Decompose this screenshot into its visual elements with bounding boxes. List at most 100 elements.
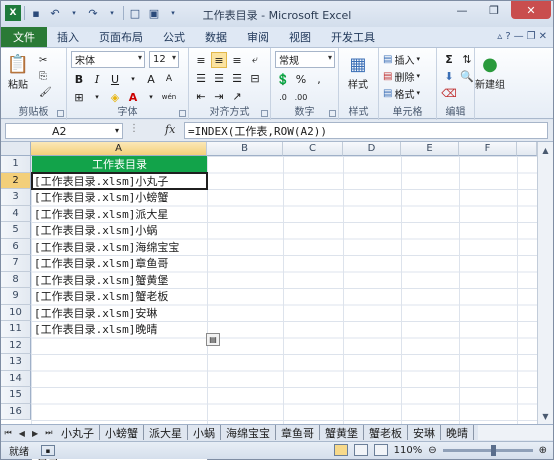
column-header-e[interactable]: E [401,142,459,156]
row-header[interactable]: 3 [1,189,31,206]
font-name-select[interactable]: 宋体 ▾ [71,51,145,68]
column-header-f[interactable]: F [459,142,517,156]
zoom-level[interactable]: 110% [394,445,423,456]
insert-function-button[interactable]: fx [165,123,175,136]
merge-center-icon[interactable]: ⊟ [247,70,263,86]
sheet-tab[interactable]: 小螃蟹 [100,425,144,440]
name-box[interactable]: A2 ▾ [5,123,123,139]
zoom-slider[interactable] [442,444,533,456]
sheet-tab[interactable]: 安琳 [408,425,441,440]
align-right-icon[interactable]: ☰ [229,70,245,86]
column-header-d[interactable]: D [343,142,401,156]
horizontal-scrollbar[interactable] [478,425,553,440]
row-header[interactable]: 2 [1,172,31,189]
tab-data[interactable]: 数据 [195,27,237,47]
font-launcher-icon[interactable] [179,110,186,117]
increase-indent-icon[interactable]: ⇥ [211,88,227,104]
scroll-down-icon[interactable]: ▼ [539,409,552,423]
comma-button[interactable]: , [311,71,327,87]
italic-button[interactable]: I [89,71,105,87]
sheet-tab[interactable]: 派大星 [144,425,188,440]
alignment-launcher-icon[interactable] [261,110,268,117]
column-header-b[interactable]: B [207,142,283,156]
sheet-tab[interactable]: 蟹黄堡 [320,425,364,440]
row-header[interactable]: 1 [1,156,31,173]
number-launcher-icon[interactable] [329,110,336,117]
row-header[interactable]: 11 [1,321,31,338]
number-format-select[interactable]: 常规 ▾ [275,51,335,68]
column-header-a[interactable]: A [31,142,207,156]
select-all-button[interactable] [1,142,31,156]
formula-input[interactable]: =INDEX(工作表,ROW(A2)) [184,122,548,139]
next-sheet-icon[interactable]: ▶ [32,429,38,438]
cell-a1[interactable]: 工作表目录 [32,156,207,173]
close-icon[interactable]: ✕ [511,1,551,19]
zoom-in-icon[interactable]: ⊕ [539,445,547,456]
tab-developer[interactable]: 开发工具 [321,27,385,47]
cell-a9[interactable]: [工作表目录.xlsm]蟹老板 [32,288,206,305]
row-header[interactable]: 9 [1,288,31,305]
cell-a6[interactable]: [工作表目录.xlsm]海绵宝宝 [32,239,206,256]
row-header[interactable]: 14 [1,370,31,387]
underline-dropdown-icon[interactable]: ▾ [125,71,141,87]
tab-view[interactable]: 视图 [279,27,321,47]
cell-a10[interactable]: [工作表目录.xlsm]安琳 [32,305,206,322]
styles-button[interactable]: ▦ 样式 [345,52,371,92]
macro-record-icon[interactable]: ▪ [41,445,55,456]
zoom-slider-knob[interactable] [490,444,496,456]
tab-formulas[interactable]: 公式 [153,27,195,47]
sheet-tab[interactable]: 晚晴 [441,425,474,440]
cell-a8[interactable]: [工作表目录.xlsm]蟹黄堡 [32,272,206,289]
row-header[interactable]: 12 [1,337,31,354]
page-break-view-icon[interactable] [373,444,388,456]
sheet-tab[interactable]: 章鱼哥 [276,425,320,440]
zoom-out-icon[interactable]: ⊖ [428,445,436,456]
workbook-restore-icon[interactable]: ❐ [527,31,536,42]
delete-cells-button[interactable]: ▤ 删除 ▾ [383,68,420,84]
format-painter-icon[interactable]: 🖌 [39,84,52,100]
row-header[interactable]: 13 [1,354,31,371]
paste-button[interactable]: 📋 粘贴 [5,52,31,92]
cell-a5[interactable]: [工作表目录.xlsm]小蜗 [32,222,206,239]
tab-insert[interactable]: 插入 [47,27,89,47]
insert-cells-button[interactable]: ▤ 插入 ▾ [383,51,420,67]
format-cells-button[interactable]: ▤ 格式 ▾ [383,85,420,101]
minimize-ribbon-icon[interactable]: ▵ [497,31,502,42]
paste-options-icon[interactable]: ▤ [206,333,220,346]
align-middle-icon[interactable]: ≡ [211,52,227,68]
cell-a4[interactable]: [工作表目录.xlsm]派大星 [32,206,206,223]
grow-font-button[interactable]: A [143,71,159,87]
sort-filter-icon[interactable]: ⇅ [459,51,475,67]
row-header[interactable]: 7 [1,255,31,272]
cell-a11[interactable]: [工作表目录.xlsm]晚晴 [32,321,206,338]
underline-button[interactable]: U [107,71,123,87]
tab-review[interactable]: 审阅 [237,27,279,47]
align-top-icon[interactable]: ≡ [193,52,209,68]
page-layout-view-icon[interactable] [353,444,368,456]
normal-view-icon[interactable] [333,444,348,456]
row-header[interactable]: 8 [1,271,31,288]
font-size-select[interactable]: 12 ▾ [149,51,179,68]
cell-a3[interactable]: [工作表目录.xlsm]小螃蟹 [32,189,206,206]
tab-page-layout[interactable]: 页面布局 [89,27,153,47]
shrink-font-button[interactable]: A [161,71,177,87]
minimize-icon[interactable]: — [447,1,477,19]
copy-icon[interactable]: ⎘ [39,68,47,84]
align-left-icon[interactable]: ☰ [193,70,209,86]
first-sheet-icon[interactable]: ⏮ [5,428,12,438]
last-sheet-icon[interactable]: ⏭ [45,428,52,438]
decrease-indent-icon[interactable]: ⇤ [193,88,209,104]
row-header[interactable]: 15 [1,387,31,404]
sheet-tab[interactable]: 小丸子 [56,425,100,440]
percent-button[interactable]: % [293,71,309,87]
scroll-up-icon[interactable]: ▲ [539,143,552,157]
align-bottom-icon[interactable]: ≡ [229,52,245,68]
cut-icon[interactable]: ✂ [39,52,47,68]
clear-icon[interactable]: ⌫ [441,85,457,101]
vertical-scrollbar[interactable]: ▲ ▼ [537,142,553,424]
accounting-format-icon[interactable]: 💲 [275,71,291,87]
find-select-icon[interactable]: 🔍 [459,68,475,84]
tab-file[interactable]: 文件 [1,27,47,47]
sheet-tab[interactable]: 海绵宝宝 [221,425,276,440]
workbook-minimize-icon[interactable]: — [514,31,524,42]
